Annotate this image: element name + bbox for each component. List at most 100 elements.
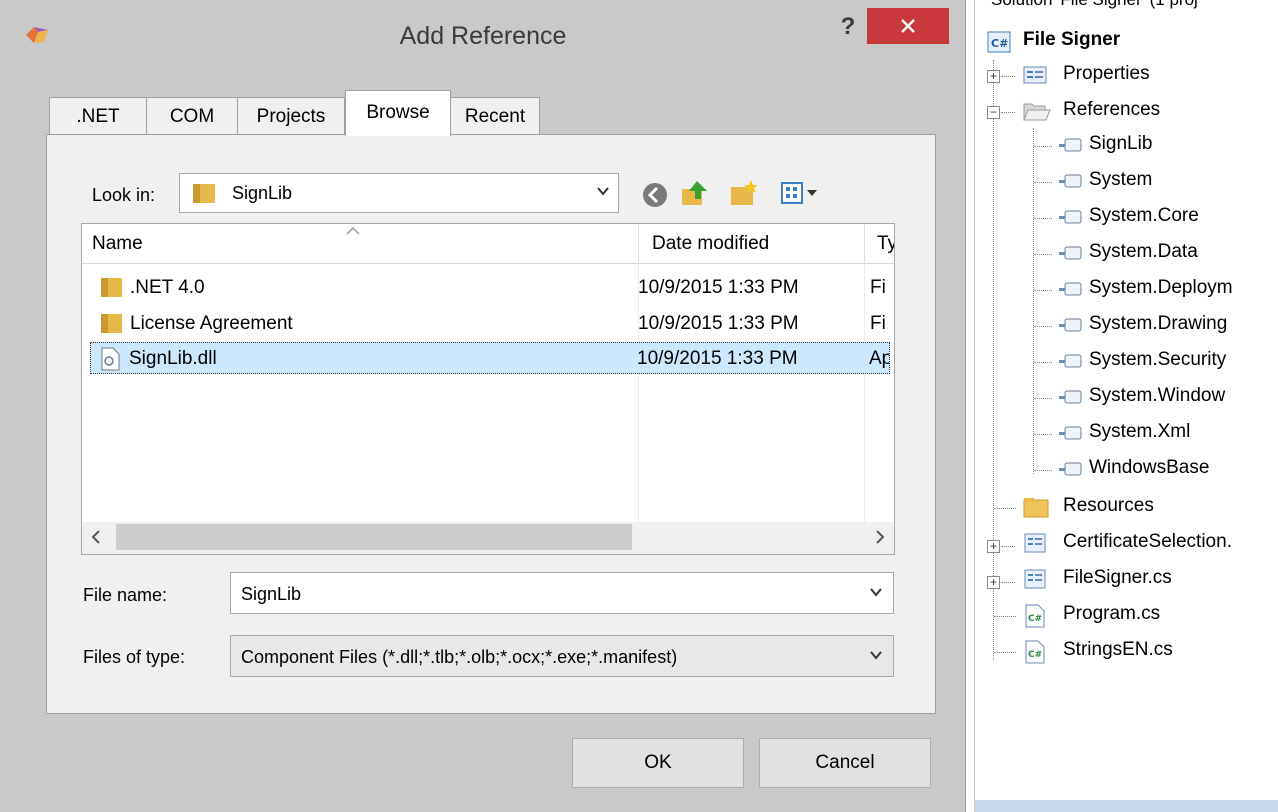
resources-label: Resources [1063,495,1154,516]
assembly-reference-icon [1059,318,1082,332]
svg-text:C#: C# [1028,614,1042,624]
reference-label: System [1089,169,1153,190]
close-icon [901,19,915,33]
chevron-down-icon[interactable] [869,585,883,599]
chevron-down-icon [597,187,609,196]
file-name-value: SignLib [241,584,302,604]
assembly-reference-icon [1059,282,1082,296]
expand-filesigner-icon[interactable]: + [987,576,1000,589]
title-bar[interactable]: Add Reference ? [0,0,966,78]
project-label: File Signer [1023,29,1121,50]
up-folder-icon[interactable] [679,177,711,209]
column-header-date-modified[interactable]: Date modified [652,224,769,264]
solution-explorer: Solution 'File Signer' (1 proj C# File S… [974,0,1278,812]
svg-text:C#: C# [1028,650,1042,660]
ok-button[interactable]: OK [572,738,744,788]
scrollbar-thumb[interactable] [116,524,632,550]
dll-file-icon [101,347,120,371]
tab-projects[interactable]: Projects [237,97,345,135]
expand-properties-icon[interactable]: + [987,70,1000,83]
column-header-type[interactable]: Ty [877,224,894,264]
reference-label: System.Drawing [1089,313,1228,334]
tab-browse[interactable]: Browse [345,90,451,136]
file-name-label: File name: [83,585,168,605]
back-icon[interactable] [641,181,669,209]
file-type: Ap [869,348,889,369]
folder-icon [1023,498,1049,518]
reference-label: WindowsBase [1089,457,1210,478]
new-folder-icon[interactable] [729,179,759,207]
assembly-reference-icon [1059,246,1082,260]
column-header-name[interactable]: Name [92,224,143,264]
tab-net[interactable]: .NET [49,97,147,135]
assembly-reference-icon [1059,210,1082,224]
file-type: Fi [870,313,886,334]
scroll-right-icon[interactable] [874,528,886,546]
file-label: CertificateSelection. [1063,531,1232,552]
look-in-dropdown[interactable]: SignLib [179,173,619,213]
look-in-label: Look in: [92,185,156,205]
file-label: FileSigner.cs [1063,567,1172,588]
assembly-reference-icon [1059,426,1082,440]
assembly-reference-icon [1059,138,1082,152]
properties-icon [1023,66,1047,84]
csharp-project-icon: C# [987,31,1011,53]
file-name: License Agreement [130,313,293,334]
file-list[interactable]: Name Date modified Ty .NET 4.0 10/9/2015… [81,223,895,555]
files-of-type-dropdown[interactable]: Component Files (*.dll;*.tlb;*.olb;*.ocx… [230,635,894,677]
close-button[interactable] [867,8,949,44]
folder-icon [193,184,215,203]
form-icon [1024,569,1046,589]
scroll-left-icon[interactable] [90,528,102,546]
look-in-value: SignLib [232,183,293,203]
sort-ascending-icon [346,226,360,235]
file-name: .NET 4.0 [130,277,205,298]
help-button[interactable]: ? [830,12,866,42]
folder-icon [101,278,122,297]
collapse-references-icon[interactable]: − [987,106,1000,119]
form-icon [1024,533,1046,553]
file-row[interactable]: .NET 4.0 10/9/2015 1:33 PM Fi [92,272,892,304]
folder-icon [101,314,122,333]
browse-panel: Look in: SignLib Name Date modified T .N… [46,134,936,714]
solution-node[interactable]: Solution 'File Signer' (1 proj [991,0,1198,10]
file-name: SignLib.dll [129,348,217,369]
open-folder-icon [1023,103,1051,121]
explorer-status-strip [975,800,1278,812]
properties-label: Properties [1063,63,1150,84]
reference-label: System.Data [1089,241,1198,262]
file-date: 10/9/2015 1:33 PM [637,348,798,369]
file-label: StringsEN.cs [1063,639,1173,660]
tab-recent[interactable]: Recent [450,97,540,135]
reference-label: System.Deploym [1089,277,1233,298]
reference-label: System.Security [1089,349,1227,370]
file-row-selected[interactable]: SignLib.dll 10/9/2015 1:33 PM Ap [90,342,890,374]
assembly-reference-icon [1059,390,1082,404]
file-name-field[interactable]: SignLib [230,572,894,614]
reference-label: System.Core [1089,205,1199,226]
file-row[interactable]: License Agreement 10/9/2015 1:33 PM Fi [92,308,892,340]
file-list-header: Name Date modified Ty [82,224,894,264]
references-label: References [1063,99,1161,120]
chevron-down-icon [870,651,882,660]
files-of-type-label: Files of type: [83,647,186,667]
reference-label: System.Xml [1089,421,1191,442]
file-label: Program.cs [1063,603,1161,624]
add-reference-dialog: Add Reference ? .NET COM Projects Browse… [0,0,966,812]
svg-text:C#: C# [991,37,1008,50]
expand-certificateselection-icon[interactable]: + [987,540,1000,553]
csharp-file-icon: C# [1025,640,1045,664]
view-menu-icon[interactable] [781,181,819,205]
reference-label: System.Window [1089,385,1226,406]
cancel-button[interactable]: Cancel [759,738,931,788]
file-date: 10/9/2015 1:33 PM [638,277,799,298]
file-date: 10/9/2015 1:33 PM [638,313,799,334]
horizontal-scrollbar[interactable] [82,522,894,554]
reference-label: SignLib [1089,133,1153,154]
file-type: Fi [870,277,886,298]
tab-com[interactable]: COM [146,97,238,135]
dialog-title: Add Reference [399,22,567,50]
assembly-reference-icon [1059,174,1082,188]
files-of-type-value: Component Files (*.dll;*.tlb;*.olb;*.ocx… [241,647,678,667]
assembly-reference-icon [1059,354,1082,368]
